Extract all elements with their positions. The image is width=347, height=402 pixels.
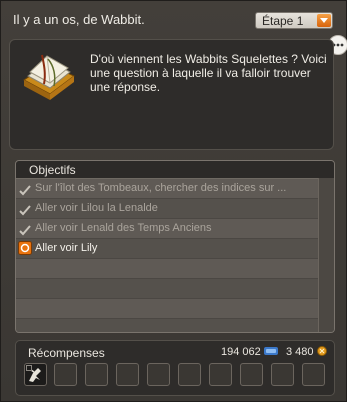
reward-slot[interactable] [85,363,108,386]
checkmark-icon [19,223,31,236]
rewards-panel: Récompenses 194 062 3 480 [15,340,335,396]
objectives-scrollbar[interactable] [318,178,334,332]
objectives-header: Objectifs [16,161,334,179]
chevron-down-icon[interactable] [317,14,331,27]
objective-row[interactable]: Sur l'îlot des Tombeaux, chercher des in… [16,179,334,199]
reward-slot[interactable] [178,363,201,386]
reward-slot[interactable] [240,363,263,386]
quest-description-text: D'où viennent les Wabbits Squelettes ? V… [90,52,327,94]
kamas-reward: 3 480 [286,346,327,358]
reward-item-icon [26,365,41,382]
empty-row [16,319,334,332]
xp-reward: 194 062 [221,346,278,358]
quest-window: Il y a un os, de Wabbit. Étape 1 D'où vi… [0,0,347,402]
objective-label: Aller voir Lily [35,242,98,254]
objective-row[interactable]: Aller voir Lilou la Lenalde [16,199,334,219]
xp-icon [263,346,278,356]
objective-row[interactable]: Aller voir Lenald des Temps Anciens [16,219,334,239]
reward-slot[interactable] [147,363,170,386]
objective-row-current[interactable]: Aller voir Lily [16,239,334,259]
kama-coin-icon [316,346,327,356]
step-dropdown-value: Étape 1 [262,14,304,28]
rewards-header: Récompenses [28,346,105,360]
quest-title: Il y a un os, de Wabbit. [13,12,145,27]
objective-label: Sur l'îlot des Tombeaux, chercher des in… [35,182,287,194]
kamas-value: 3 480 [286,346,314,358]
reward-slot[interactable] [271,363,294,386]
reward-slot[interactable] [24,363,47,386]
objectives-header-label: Objectifs [29,163,76,177]
empty-row [16,299,334,319]
objectives-list: Sur l'îlot des Tombeaux, chercher des in… [16,179,334,332]
reward-slot[interactable] [302,363,325,386]
reward-slot[interactable] [116,363,139,386]
quest-description-panel: D'où viennent les Wabbits Squelettes ? V… [9,39,334,150]
objectives-panel: Objectifs Sur l'îlot des Tombeaux, cherc… [15,160,335,333]
xp-value: 194 062 [221,346,261,358]
current-objective-icon [18,241,32,255]
checkmark-icon [19,203,31,216]
step-dropdown[interactable]: Étape 1 [255,12,333,29]
checkmark-icon [19,183,31,196]
objective-label: Aller voir Lenald des Temps Anciens [35,222,212,234]
reward-slot[interactable] [54,363,77,386]
quest-book-icon [20,50,78,102]
objective-label: Aller voir Lilou la Lenalde [35,202,158,214]
reward-slot[interactable] [209,363,232,386]
empty-row [16,279,334,299]
empty-row [16,259,334,279]
